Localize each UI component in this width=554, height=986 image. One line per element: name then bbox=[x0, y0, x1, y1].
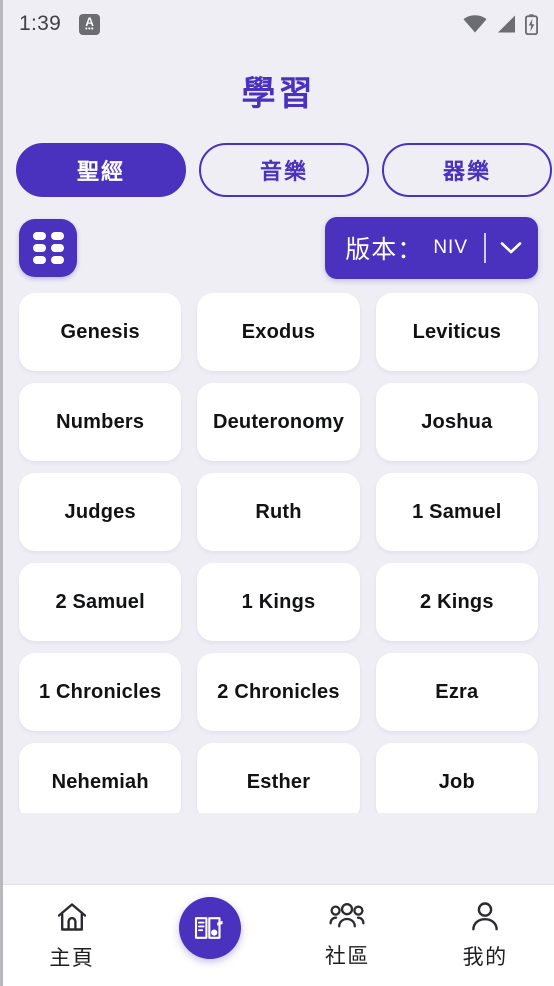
nav-item-home[interactable]: 主頁 bbox=[3, 901, 141, 972]
grid-pill bbox=[50, 256, 64, 264]
grid-pill bbox=[32, 256, 46, 264]
book-card[interactable]: Esther bbox=[197, 743, 360, 813]
grid-pill bbox=[32, 244, 46, 252]
input-method-badge-icon: A ••• bbox=[79, 13, 101, 35]
nav-label: 主頁 bbox=[49, 947, 95, 970]
nav-label: 我的 bbox=[462, 946, 508, 969]
version-divider bbox=[484, 233, 486, 263]
cellular-signal-icon bbox=[496, 15, 516, 33]
tab-label: 器樂 bbox=[442, 159, 491, 184]
status-bar: 1:39 A ••• bbox=[3, 0, 554, 48]
tab-bible[interactable]: 聖經 bbox=[16, 143, 186, 197]
status-icon-group bbox=[463, 13, 538, 35]
tab-label: 音樂 bbox=[259, 159, 308, 184]
book-card[interactable]: Nehemiah bbox=[19, 743, 182, 813]
nav-item-profile[interactable]: 我的 bbox=[416, 901, 554, 971]
badge-dots: ••• bbox=[85, 26, 94, 33]
nav-item-community[interactable]: 社區 bbox=[279, 901, 417, 970]
book-card[interactable]: Ezra bbox=[375, 653, 538, 731]
book-card[interactable]: 2 Chronicles bbox=[197, 653, 360, 731]
version-value: NIV bbox=[433, 237, 468, 258]
page-title: 學習 bbox=[241, 75, 316, 113]
book-card[interactable]: Ruth bbox=[197, 473, 360, 551]
book-card[interactable]: Judges bbox=[19, 473, 182, 551]
nav-label: 社區 bbox=[324, 945, 370, 968]
book-card[interactable]: 1 Kings bbox=[197, 563, 360, 641]
grid-pill bbox=[50, 232, 64, 240]
version-label: 版本： bbox=[345, 236, 424, 264]
status-time: 1:39 bbox=[19, 12, 62, 35]
book-card[interactable]: Leviticus bbox=[375, 293, 538, 371]
wifi-icon bbox=[463, 15, 487, 33]
book-card[interactable]: 1 Chronicles bbox=[19, 653, 182, 731]
tab-label: 聖經 bbox=[76, 159, 125, 184]
book-grid: Genesis Exodus Leviticus Numbers Deutero… bbox=[19, 293, 538, 813]
chevron-down-icon[interactable] bbox=[500, 241, 522, 255]
person-icon bbox=[470, 901, 500, 932]
category-tab-strip[interactable]: 聖經 音樂 器樂 bbox=[3, 141, 554, 199]
tab-instrumental[interactable]: 器樂 bbox=[382, 143, 552, 197]
grid-list-glyph bbox=[32, 232, 64, 264]
bottom-navigation-bar: 主頁 社區 我的 bbox=[3, 884, 554, 986]
book-card[interactable]: 2 Kings bbox=[375, 563, 538, 641]
grid-pill bbox=[32, 232, 46, 240]
nav-item-study-fab[interactable] bbox=[141, 897, 279, 968]
book-card[interactable]: Joshua bbox=[375, 383, 538, 461]
home-icon bbox=[55, 901, 89, 933]
book-card[interactable]: Numbers bbox=[19, 383, 182, 461]
battery-charging-icon bbox=[525, 13, 538, 35]
version-select-button[interactable]: 版本： NIV bbox=[325, 217, 538, 279]
book-card[interactable]: Deuteronomy bbox=[197, 383, 360, 461]
controls-row: 版本： NIV bbox=[3, 217, 554, 279]
book-card[interactable]: 1 Samuel bbox=[375, 473, 538, 551]
book-list-scroll[interactable]: Genesis Exodus Leviticus Numbers Deutero… bbox=[3, 293, 554, 813]
tab-music[interactable]: 音樂 bbox=[199, 143, 369, 197]
book-card[interactable]: Job bbox=[375, 743, 538, 813]
book-card[interactable]: Exodus bbox=[197, 293, 360, 371]
book-card[interactable]: Genesis bbox=[19, 293, 182, 371]
book-card[interactable]: 2 Samuel bbox=[19, 563, 182, 641]
app-screen: 1:39 A ••• 學習 聖經 音樂 器樂 版本： NIV Genesis E… bbox=[0, 0, 554, 986]
community-people-icon bbox=[329, 901, 365, 931]
grid-pill bbox=[50, 244, 64, 252]
book-music-icon[interactable] bbox=[178, 897, 241, 959]
grid-list-icon[interactable] bbox=[19, 219, 77, 277]
